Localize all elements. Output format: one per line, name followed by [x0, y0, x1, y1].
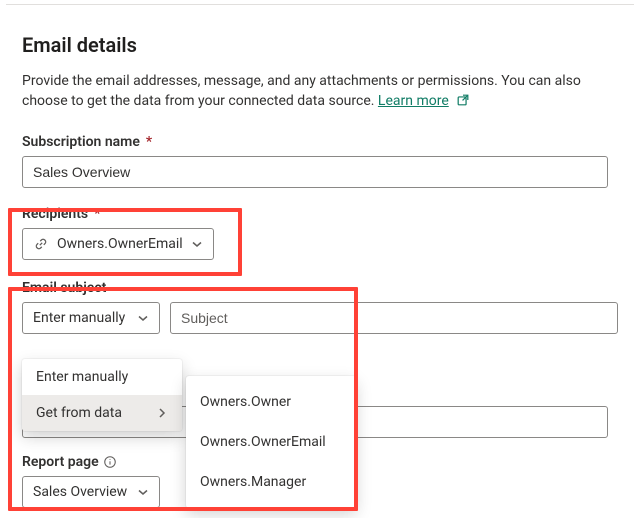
menu-item-enter-manually[interactable]: Enter manually [22, 359, 182, 395]
report-page-dropdown[interactable]: Sales Overview [22, 476, 160, 508]
learn-more-link[interactable]: Learn more [378, 93, 449, 109]
page-description: Provide the email addresses, message, an… [22, 71, 602, 112]
menu-item-owners-owner[interactable]: Owners.Owner [186, 382, 356, 422]
subscription-name-label: Subscription name* [22, 134, 618, 150]
recipients-chip[interactable]: Owners.OwnerEmail [22, 228, 214, 260]
external-link-icon [456, 93, 470, 107]
subject-mode-menu: Enter manually Get from data [22, 359, 182, 431]
required-asterisk: * [94, 206, 100, 222]
info-icon [103, 455, 117, 469]
menu-item-owners-manager[interactable]: Owners.Manager [186, 462, 356, 502]
description-text: Provide the email addresses, message, an… [22, 73, 581, 109]
recipients-chip-text: Owners.OwnerEmail [57, 236, 183, 252]
email-subject-label: Email subject [22, 280, 618, 296]
recipients-label: Recipients* [22, 206, 618, 222]
data-field-submenu: Owners.Owner Owners.OwnerEmail Owners.Ma… [186, 376, 356, 508]
chevron-down-icon [137, 312, 149, 324]
report-page-label: Report page [22, 454, 160, 470]
menu-item-get-from-data[interactable]: Get from data [22, 395, 182, 431]
subject-mode-value: Enter manually [33, 310, 125, 326]
page-title: Email details [22, 33, 618, 57]
chevron-down-icon [137, 486, 149, 498]
subject-mode-dropdown[interactable]: Enter manually [22, 302, 160, 334]
required-asterisk: * [146, 134, 152, 150]
menu-item-owners-owneremail[interactable]: Owners.OwnerEmail [186, 422, 356, 462]
chevron-down-icon [191, 238, 203, 250]
chevron-right-icon [156, 407, 168, 419]
report-page-value: Sales Overview [33, 484, 127, 500]
email-subject-input[interactable] [170, 302, 618, 334]
link-icon [33, 236, 49, 252]
subscription-name-input[interactable] [22, 156, 608, 188]
